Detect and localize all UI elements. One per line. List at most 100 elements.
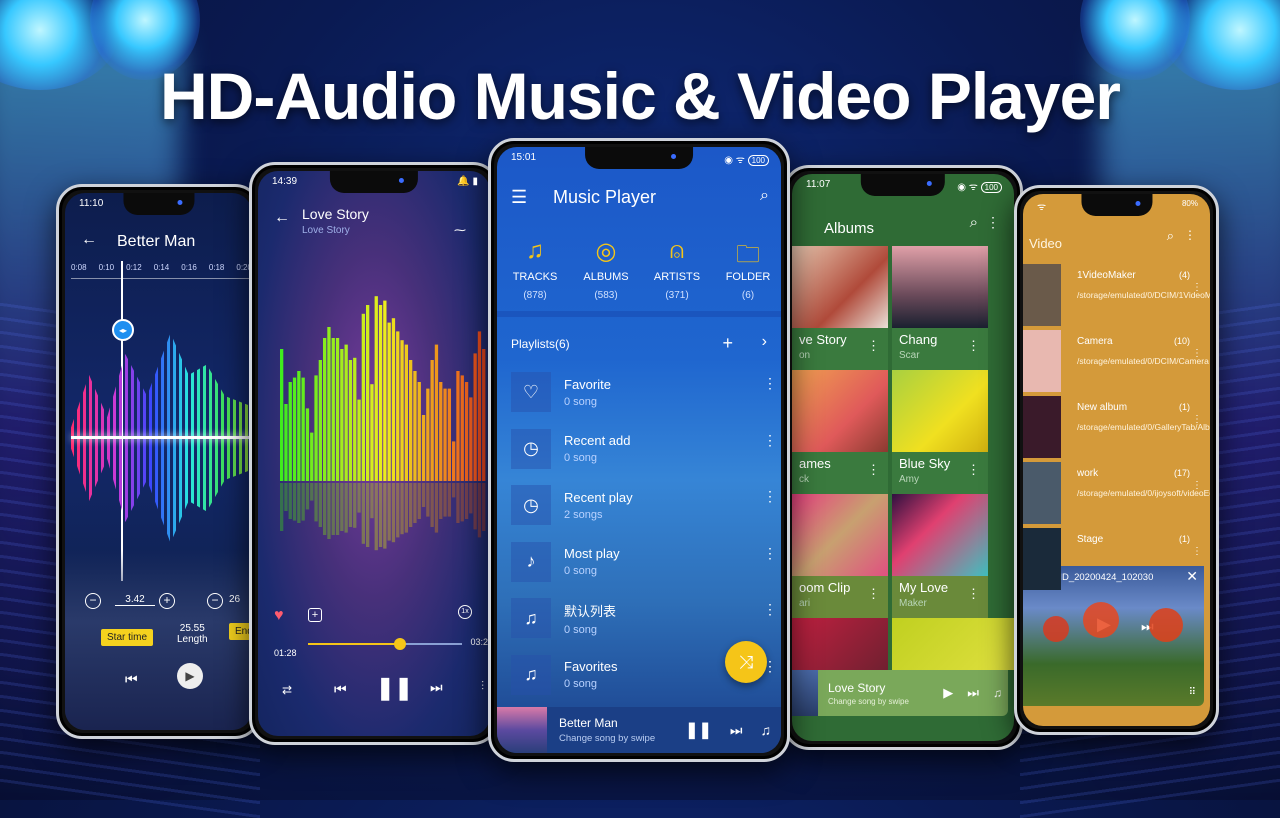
seek-thumb[interactable] — [394, 638, 407, 650]
video-folder-row[interactable]: New album (1) /storage/emulated/0/GalleryT… — [1023, 396, 1210, 462]
skip-previous-icon[interactable]: ⏮ — [125, 671, 138, 688]
skip-next-icon[interactable]: ⏭ — [730, 722, 743, 739]
play-button[interactable]: ▶ — [177, 663, 203, 689]
timeline-ruler[interactable]: 0:08 0:10 0:12 0:14 0:16 0:18 0:20 — [71, 263, 252, 279]
more-options-icon[interactable]: ⋮ — [867, 586, 880, 602]
more-options-icon[interactable]: ⋮ — [763, 376, 777, 390]
more-options-icon[interactable]: ⋮ — [967, 462, 980, 478]
add-to-playlist-icon[interactable]: + — [308, 608, 322, 622]
playlist-item[interactable]: ♡ Favorite 0 song ⋮ — [511, 369, 777, 415]
play-icon[interactable]: ▶ — [943, 685, 953, 701]
album-card[interactable]: Blue Sky Amy ⋮ — [892, 370, 988, 494]
more-options-icon[interactable]: ⋮ — [763, 659, 777, 673]
start-value[interactable]: 3.42 — [115, 594, 155, 606]
more-options-icon[interactable]: ⋮ — [763, 546, 777, 560]
spectrum-reflection — [353, 483, 357, 528]
mini-player[interactable]: Better Man Change song by swipe ❚❚ ⏭ ♫ — [497, 707, 781, 753]
mini-player-title: Love Story — [828, 680, 886, 695]
album-card[interactable]: oom Clip ari ⋮ — [792, 494, 888, 618]
spectrum-bar — [335, 338, 340, 481]
more-options-icon[interactable]: ⋮ — [967, 338, 980, 354]
more-options-icon[interactable]: ⋮ — [1192, 349, 1202, 359]
category-folder[interactable]: 🗀 FOLDER (6) — [718, 237, 778, 301]
increase-start-button[interactable]: + — [159, 593, 175, 609]
divider — [497, 311, 781, 317]
pause-icon[interactable]: ❚❚ — [376, 675, 413, 701]
shuffle-order-icon[interactable]: ⇄ — [282, 683, 292, 697]
start-time-button[interactable]: Star time — [101, 629, 154, 646]
category-albums[interactable]: ◎ ALBUMS (583) — [576, 237, 636, 301]
more-options-icon[interactable]: ⋮ — [1192, 481, 1202, 491]
more-options-icon[interactable]: ⋮ — [1192, 283, 1202, 293]
mini-player-subtitle: Change song by swipe — [828, 696, 909, 706]
category-tracks[interactable]: ♫ TRACKS (878) — [505, 237, 565, 301]
playlist-item[interactable]: ◷ Recent add 0 song ⋮ — [511, 426, 777, 472]
poppy-flower — [1083, 602, 1119, 638]
skip-previous-icon[interactable]: ⏮ — [334, 681, 347, 698]
more-options-icon[interactable]: ⋮ — [867, 338, 880, 354]
album-card[interactable]: My Love Maker ⋮ — [892, 494, 988, 618]
search-icon[interactable]: ⌕ — [1167, 228, 1174, 244]
seek-bar[interactable] — [308, 638, 462, 650]
spectrum-reflection — [361, 483, 365, 544]
playlist-item[interactable]: ♫ Favorites 0 song ⋮ — [511, 652, 777, 698]
timeline-tick: 0:16 — [181, 263, 197, 272]
more-options-icon[interactable]: ⋮ — [763, 489, 777, 503]
mountain-background — [65, 550, 252, 730]
more-options-icon[interactable]: ⋮ — [763, 602, 777, 616]
spectrum-bar — [409, 360, 413, 481]
spectrum-bar — [314, 375, 318, 481]
back-arrow-icon[interactable]: ← — [274, 209, 290, 227]
search-icon[interactable]: ⌕ — [970, 214, 978, 231]
playhead-handle[interactable]: ◂▸ — [112, 319, 134, 341]
album-card[interactable]: ames ck ⋮ — [792, 370, 888, 494]
timeline-tick: 0:18 — [208, 263, 225, 272]
decrease-start-button[interactable]: − — [85, 593, 101, 609]
spectrum-bar — [473, 353, 477, 481]
more-options-icon[interactable]: ⋮ — [867, 462, 880, 478]
add-playlist-icon[interactable]: + — [722, 333, 733, 354]
mini-player[interactable]: Love Story Change song by swipe ▶ ⏭ ♫ — [792, 670, 1008, 716]
video-folder-row[interactable]: 1VideoMaker (4) /storage/emulated/0/DCIM/1… — [1023, 264, 1210, 330]
poppy-flower — [1043, 616, 1069, 642]
decrease-end-button[interactable]: − — [207, 593, 223, 609]
back-arrow-icon[interactable]: ← — [81, 231, 97, 249]
playlist-item[interactable]: ♫ 默认列表 0 song ⋮ — [511, 595, 777, 641]
spectrum-reflection — [305, 483, 310, 510]
spectrum-reflection — [434, 483, 439, 533]
skip-next-icon[interactable]: ⏭ — [967, 685, 979, 701]
more-options-icon[interactable]: ⋮ — [967, 586, 980, 602]
pause-icon[interactable]: ❚❚ — [685, 720, 712, 740]
video-folder-row[interactable]: work (17) /storage/emulated/0/ijoysoft/vid… — [1023, 462, 1210, 528]
skip-next-icon[interactable]: ⏭ — [430, 679, 443, 696]
more-options-icon[interactable]: ⋮ — [1192, 547, 1202, 557]
playlist-count: 0 song — [564, 452, 598, 464]
more-options-icon[interactable]: ⋮ — [986, 214, 1000, 231]
video-folder-row[interactable]: Stage (1) ⋮ — [1023, 528, 1202, 594]
more-options-icon[interactable]: ⋮ — [763, 433, 777, 447]
more-options-icon[interactable]: ⋮ — [1192, 415, 1202, 425]
video-folder-row[interactable]: Camera (10) /storage/emulated/0/DCIM/Camer… — [1023, 330, 1209, 396]
playlist-item[interactable]: ◷ Recent play 2 songs ⋮ — [511, 482, 777, 528]
album-card[interactable]: ve Story on ⋮ — [792, 246, 888, 370]
person-icon: ⍝ — [669, 237, 685, 264]
category-artists[interactable]: ⍝ ARTISTS (371) — [647, 237, 707, 301]
speed-icon[interactable]: 1x — [458, 605, 472, 619]
equalizer-wave-icon[interactable]: ⁓ — [454, 223, 466, 237]
chevron-right-icon[interactable]: › — [762, 333, 767, 351]
search-icon[interactable]: ⌕ — [760, 187, 769, 205]
folder-path: /storage/emulated/0/ijoysoft/videoEditor… — [1077, 488, 1210, 498]
menu-icon[interactable]: ☰ — [511, 187, 527, 208]
more-options-icon[interactable]: ⋮ — [1184, 228, 1196, 242]
video-thumbnail — [1023, 264, 1061, 326]
heart-icon[interactable]: ♥ — [274, 607, 284, 625]
end-value[interactable]: 26 — [229, 594, 240, 605]
resize-handle-icon[interactable]: ⠿ — [1189, 687, 1196, 698]
playlist-item[interactable]: ♪ Most play 0 song ⋮ — [511, 539, 777, 585]
equalizer-icon[interactable]: ⫶ — [481, 679, 484, 694]
album-card[interactable]: Chang Scar ⋮ — [892, 246, 988, 370]
queue-icon[interactable]: ♫ — [761, 722, 772, 738]
timeline-tick: 0:08 — [71, 263, 87, 272]
playlist-icon: ♫ — [511, 598, 551, 638]
queue-icon[interactable]: ♫ — [993, 686, 1002, 700]
